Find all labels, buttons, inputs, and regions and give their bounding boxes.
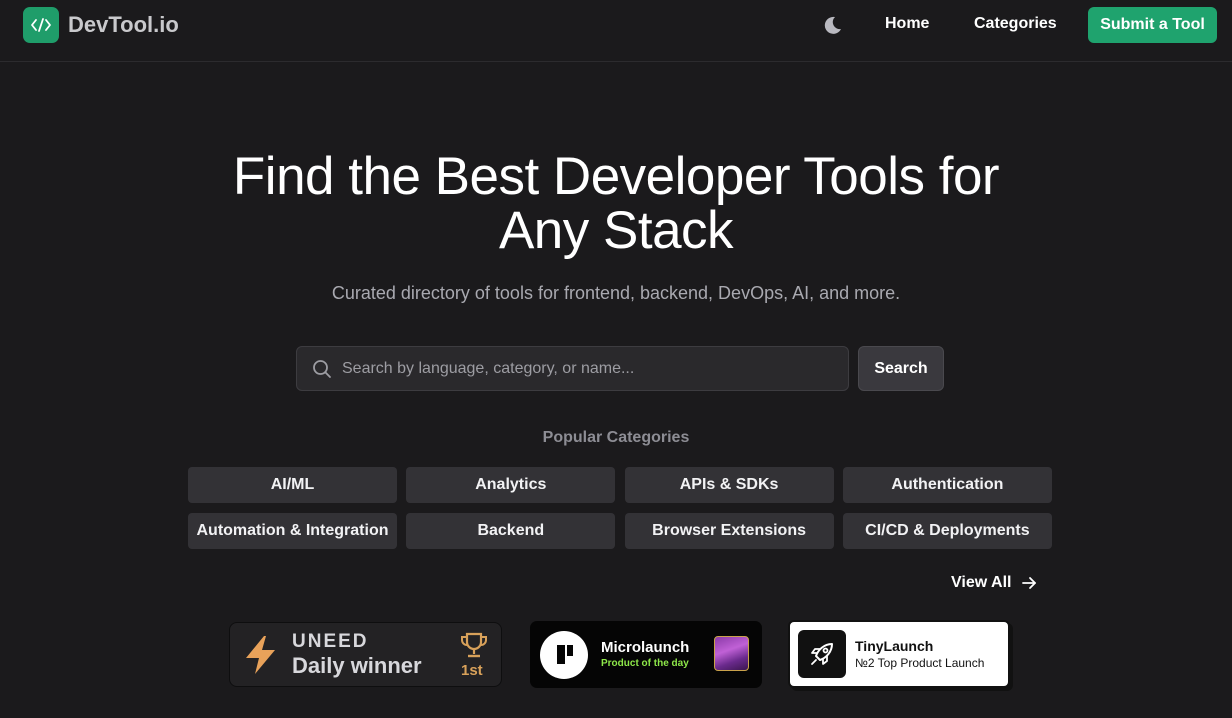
hero-title: Find the Best Developer Tools for Any St… (116, 150, 1116, 258)
microlaunch-name: Microlaunch (601, 639, 690, 656)
view-all-label: View All (951, 574, 1012, 591)
uneed-rank: 1st (461, 662, 483, 679)
product-thumbnail (714, 636, 749, 671)
category-ai-ml[interactable]: AI/ML (188, 467, 397, 503)
code-icon (23, 7, 59, 43)
category-authentication[interactable]: Authentication (842, 467, 1052, 503)
search-icon (312, 359, 332, 379)
brand-name: DevTool.io (68, 12, 179, 37)
search-button[interactable]: Search (858, 346, 944, 391)
category-browser-extensions[interactable]: Browser Extensions (624, 513, 834, 549)
category-analytics[interactable]: Analytics (406, 467, 616, 503)
top-navbar: DevTool.io Home Categories Submit a Tool (0, 0, 1232, 62)
search-box (296, 346, 849, 391)
view-all-link[interactable]: View All (951, 574, 1037, 592)
microlaunch-logo-icon (540, 631, 588, 679)
uneed-brand-text: UNEED (292, 631, 369, 652)
category-grid: AI/ML Analytics APIs & SDKs Authenticati… (188, 467, 1052, 549)
popular-categories-heading: Popular Categories (542, 429, 690, 446)
hero-title-line2: Any Stack (498, 201, 734, 260)
uneed-badge[interactable]: UNEED Daily winner 1st (229, 622, 502, 687)
category-ci-cd-deployments[interactable]: CI/CD & Deployments (842, 513, 1052, 549)
moon-icon[interactable] (821, 14, 843, 36)
microlaunch-sub: Product of the day (601, 658, 689, 669)
tinylaunch-badge[interactable]: TinyLaunch №2 Top Product Launch (788, 620, 1010, 688)
nav-home-link[interactable]: Home (885, 15, 929, 33)
hero-title-line1: Find the Best Developer Tools for (232, 147, 1000, 206)
category-backend[interactable]: Backend (406, 513, 616, 549)
nav-categories-link[interactable]: Categories (974, 15, 1057, 33)
tinylaunch-sub: №2 Top Product Launch (855, 656, 985, 670)
submit-tool-button[interactable]: Submit a Tool (1088, 7, 1217, 43)
rocket-icon (798, 630, 846, 678)
category-apis-sdks[interactable]: APIs & SDKs (624, 467, 834, 503)
tinylaunch-name: TinyLaunch (855, 638, 934, 654)
category-automation-integration[interactable]: Automation & Integration (188, 513, 397, 549)
arrow-right-icon (1022, 577, 1037, 589)
brand-logo[interactable]: DevTool.io (23, 7, 179, 43)
microlaunch-badge[interactable]: Microlaunch Product of the day (530, 621, 762, 688)
hero-subtitle: Curated directory of tools for frontend,… (331, 283, 901, 303)
uneed-label: Daily winner (292, 653, 422, 678)
trophy-icon (461, 632, 487, 658)
search-input[interactable] (342, 347, 837, 390)
lightning-bolt-icon (246, 636, 275, 674)
